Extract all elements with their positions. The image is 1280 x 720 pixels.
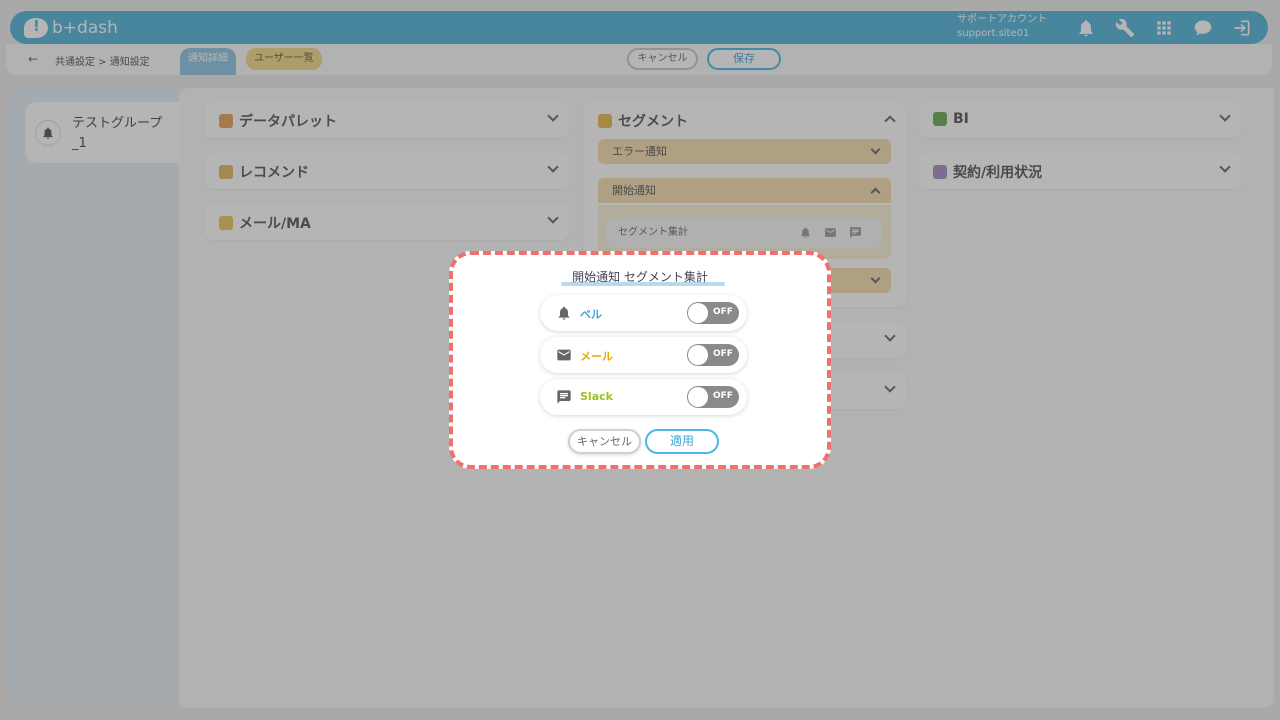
slack-label: Slack	[580, 390, 613, 403]
toggle-state: OFF	[713, 307, 733, 317]
bell-toggle-row: ベル OFF	[540, 295, 747, 331]
mail-toggle-switch[interactable]: OFF	[687, 344, 739, 366]
slack-toggle-row: Slack OFF	[540, 379, 747, 415]
modal-cancel-button[interactable]: キャンセル	[568, 429, 641, 454]
toggle-knob	[688, 303, 708, 323]
modal-title: 開始通知 セグメント集計	[572, 270, 708, 284]
toggle-knob	[688, 345, 708, 365]
toggle-knob	[688, 387, 708, 407]
slack-toggle-switch[interactable]: OFF	[687, 386, 739, 408]
bell-label: ベル	[580, 308, 602, 321]
modal-apply-button[interactable]: 適用	[645, 429, 719, 454]
mail-toggle-row: メール OFF	[540, 337, 747, 373]
mail-icon	[556, 347, 572, 363]
mail-label: メール	[580, 350, 613, 363]
toggle-state: OFF	[713, 391, 733, 401]
slack-message-icon	[556, 389, 572, 405]
bell-icon	[556, 305, 572, 321]
bell-toggle-switch[interactable]: OFF	[687, 302, 739, 324]
toggle-state: OFF	[713, 349, 733, 359]
notification-settings-modal: 開始通知 セグメント集計 ベル OFF メール OFF Slack OFF キャ…	[449, 251, 831, 469]
